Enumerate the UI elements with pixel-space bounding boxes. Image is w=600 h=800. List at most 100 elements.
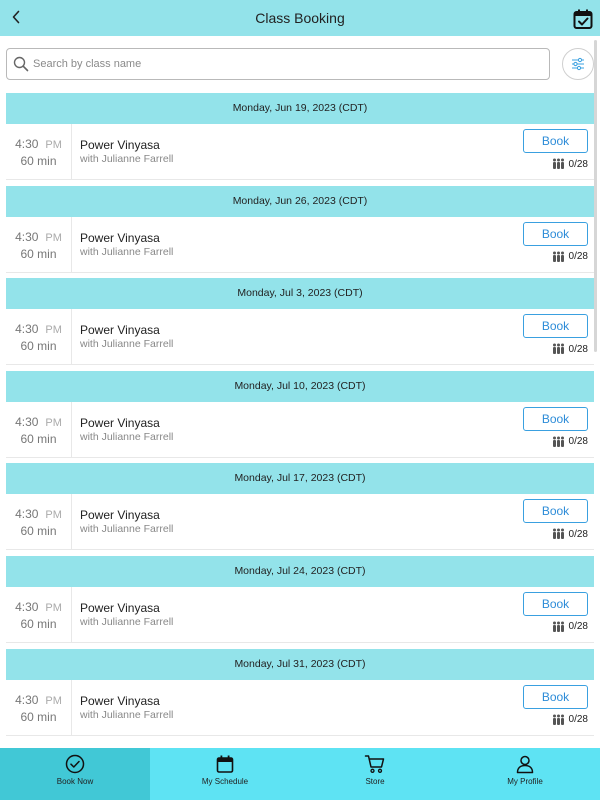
day-header: Monday, Jun 26, 2023 (CDT) [6, 185, 594, 217]
instructor-name: with Julianne Farrell [80, 523, 174, 536]
capacity: 0/28 [552, 713, 588, 727]
search-box [6, 48, 550, 80]
time-value: 4:30 [15, 322, 39, 337]
book-button[interactable]: Book [523, 221, 588, 246]
start-time: 4:30 PM [6, 415, 71, 429]
time-column: 4:30 PM 60 min [6, 124, 72, 179]
instructor-name: with Julianne Farrell [80, 153, 174, 165]
search-input[interactable] [33, 49, 543, 79]
day-header: Monday, Jul 3, 2023 (CDT) [6, 278, 594, 310]
capacity: 0/28 [552, 620, 588, 634]
duration: 60 min [20, 709, 57, 724]
instructor-name: with Julianne Farrell [80, 338, 174, 351]
people-icon [552, 251, 564, 262]
duration: 60 min [20, 524, 57, 539]
book-button[interactable]: Book [523, 591, 588, 616]
people-icon [552, 158, 564, 169]
capacity: 0/28 [552, 250, 588, 264]
calendar-icon [216, 755, 234, 773]
class-day-group: Monday, Jun 26, 2023 (CDT) 4:30 PM 60 min Po… [6, 185, 594, 279]
start-time: 4:30 PM [6, 693, 71, 707]
class-day-group: Monday, Jun 19, 2023 (CDT) 4:30 PM 60 min Po… [6, 93, 594, 186]
class-list[interactable]: Monday, Jun 19, 2023 (CDT) 4:30 PM 60 min Po… [6, 93, 594, 745]
people-icon [552, 343, 564, 355]
time-ampm: PM [45, 324, 62, 337]
calendar-check-icon [573, 9, 593, 29]
tab-label: Book Now [56, 777, 94, 786]
capacity-count: 0/28 [568, 621, 588, 633]
time-value: 4:30 [15, 507, 39, 522]
class-row[interactable]: 4:30 PM 60 min Power Vinyasa with Julianne F… [6, 679, 594, 736]
capacity-count: 0/28 [568, 158, 588, 170]
capacity: 0/28 [552, 342, 588, 356]
time-ampm: PM [45, 509, 62, 522]
time-column: 4:30 PM 60 min [6, 679, 72, 735]
people-icon [552, 714, 564, 725]
class-row[interactable]: 4:30 PM 60 min Power Vinyasa with Julianne F… [6, 494, 594, 551]
capacity-count: 0/28 [568, 528, 588, 540]
tab-label: My Schedule [201, 777, 249, 786]
check-circle-icon [65, 754, 85, 774]
tab-my-schedule[interactable]: My Schedule [150, 748, 300, 800]
time-ampm: PM [45, 231, 62, 244]
time-column: 4:30 PM 60 min [6, 309, 72, 365]
people-icon [552, 621, 564, 632]
sliders-icon [572, 57, 584, 71]
calendar-check-button[interactable] [572, 8, 594, 30]
instructor-name: with Julianne Farrell [80, 430, 174, 443]
people-icon [552, 436, 564, 447]
page-title: Class Booking [255, 10, 345, 26]
tab-label: Store [365, 777, 385, 786]
start-time: 4:30 PM [6, 137, 71, 151]
instructor-name: with Julianne Farrell [80, 245, 174, 258]
instructor-name: with Julianne Farrell [80, 615, 174, 628]
start-time: 4:30 PM [6, 600, 71, 614]
book-button[interactable]: Book [523, 499, 588, 524]
tab-book-now[interactable]: Book Now [0, 748, 150, 800]
time-ampm: PM [45, 416, 62, 429]
tab-my-profile[interactable]: My Profile [450, 748, 600, 800]
time-value: 4:30 [15, 692, 39, 707]
book-button[interactable]: Book [523, 129, 588, 153]
class-row[interactable]: 4:30 PM 60 min Power Vinyasa with Julianne F… [6, 124, 594, 180]
user-icon [516, 755, 534, 774]
duration: 60 min [20, 616, 57, 631]
class-row[interactable]: 4:30 PM 60 min Power Vinyasa with Julianne F… [6, 216, 594, 273]
capacity-count: 0/28 [568, 714, 588, 726]
filter-button[interactable] [562, 48, 594, 80]
capacity: 0/28 [552, 527, 588, 541]
book-button[interactable]: Book [523, 314, 588, 339]
instructor-name: with Julianne Farrell [80, 708, 174, 721]
class-row[interactable]: 4:30 PM 60 min Power Vinyasa with Julianne F… [6, 309, 594, 366]
duration: 60 min [20, 339, 57, 354]
book-button[interactable]: Book [523, 406, 588, 431]
bottom-tab-bar: Book Now My Schedule Store My Profile [0, 748, 600, 800]
capacity-count: 0/28 [568, 343, 588, 355]
time-value: 4:30 [15, 414, 39, 429]
class-day-group: Monday, Jul 24, 2023 (CDT) 4:30 PM 60 min Po… [6, 555, 594, 649]
duration: 60 min [20, 431, 57, 446]
day-header: Monday, Jul 24, 2023 (CDT) [6, 555, 594, 587]
time-value: 4:30 [15, 599, 39, 614]
time-column: 4:30 PM 60 min [6, 494, 72, 550]
day-header: Monday, Jul 17, 2023 (CDT) [6, 463, 594, 495]
tab-label: My Profile [507, 777, 543, 786]
class-name: Power Vinyasa [80, 508, 160, 523]
time-value: 4:30 [15, 137, 39, 151]
tab-store[interactable]: Store [300, 748, 450, 800]
start-time: 4:30 PM [6, 322, 71, 336]
class-row[interactable]: 4:30 PM 60 min Power Vinyasa with Julianne F… [6, 401, 594, 458]
book-button[interactable]: Book [523, 684, 588, 709]
duration: 60 min [20, 154, 57, 168]
duration: 60 min [20, 246, 57, 261]
capacity: 0/28 [552, 157, 588, 171]
start-time: 4:30 PM [6, 230, 71, 244]
capacity: 0/28 [552, 435, 588, 449]
class-day-group: Monday, Jul 3, 2023 (CDT) 4:30 PM 60 min Pow… [6, 278, 594, 371]
class-name: Power Vinyasa [80, 230, 160, 245]
class-day-group: Monday, Jul 31, 2023 (CDT) 4:30 PM 60 min Po… [6, 648, 594, 742]
app-header: Class Booking [0, 0, 600, 36]
time-ampm: PM [45, 694, 62, 707]
scrollbar[interactable] [594, 40, 597, 352]
class-row[interactable]: 4:30 PM 60 min Power Vinyasa with Julianne F… [6, 586, 594, 643]
